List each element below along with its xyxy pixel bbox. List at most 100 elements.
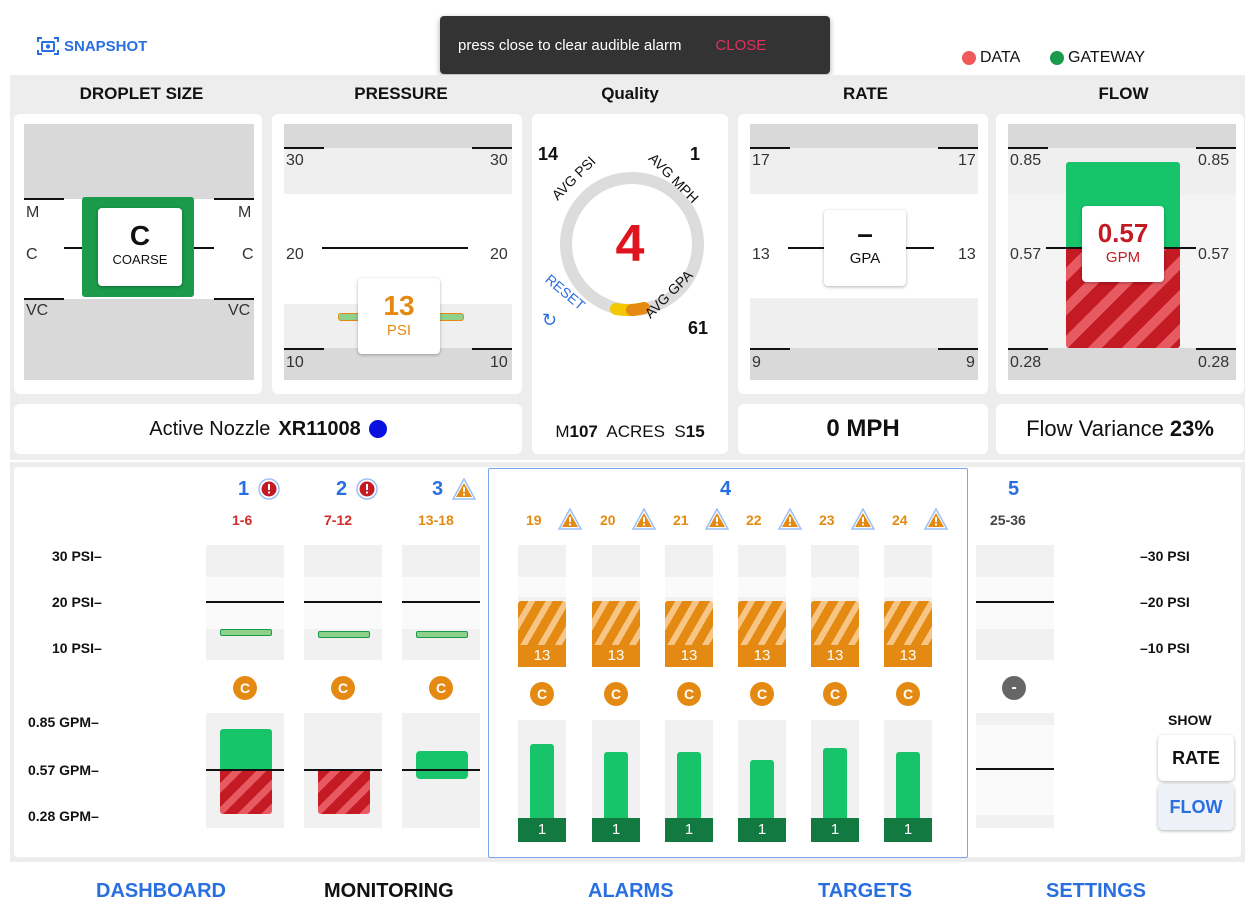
speed-value: 0 MPH xyxy=(826,415,900,442)
flow-variance-value: 23% xyxy=(1169,416,1214,441)
droplet-label-m-right: M xyxy=(238,204,252,221)
nav-monitoring[interactable]: MONITORING xyxy=(324,880,454,903)
nozzle-flow-column[interactable]: 1 xyxy=(665,720,713,842)
section-5-droplet-badge: - xyxy=(1002,676,1026,700)
section-5-number[interactable]: 5 xyxy=(1008,478,1019,501)
s-value: 15 xyxy=(685,422,705,441)
section-3-number[interactable]: 3 xyxy=(432,478,443,501)
nozzle-flow-column[interactable]: 1 xyxy=(738,720,786,842)
section-5-range: 25-36 xyxy=(990,512,1026,528)
section-3-droplet-badge: C xyxy=(429,676,453,700)
section-2-number[interactable]: 2 xyxy=(336,478,347,501)
pressure-bottom-right: 10 xyxy=(490,354,508,371)
pressure-mid-right: 20 xyxy=(490,246,508,263)
toast-message: press close to clear audible alarm xyxy=(458,36,682,54)
nozzle-flow-bar xyxy=(823,748,847,820)
nozzle-pressure-column[interactable]: 13 xyxy=(665,545,713,667)
rate-top-right: 17 xyxy=(958,152,976,169)
nav-dashboard[interactable]: DASHBOARD xyxy=(96,880,226,903)
section-5-pressure-column xyxy=(976,545,1054,660)
gateway-status: GATEWAY xyxy=(1050,49,1145,67)
flow-mid-right: 0.57 xyxy=(1198,246,1230,263)
nozzle-flow-column[interactable]: 1 xyxy=(884,720,932,842)
nozzle-pressure-value: 13 xyxy=(884,645,932,667)
section-2-range: 7-12 xyxy=(324,512,353,528)
nozzle-flow-column[interactable]: 1 xyxy=(518,720,566,842)
active-nozzle-label: Active Nozzle xyxy=(149,417,271,440)
nozzle-pressure-value: 13 xyxy=(665,645,713,667)
speed-card: 0 MPH xyxy=(738,404,988,454)
gateway-status-label: GATEWAY xyxy=(1068,49,1146,66)
active-nozzle-card[interactable]: Active Nozzle XR11008 xyxy=(14,404,522,454)
flow-card: 0.85 0.85 0.57 0.57 0.28 0.28 0.57 GPM xyxy=(996,114,1244,394)
nozzle-count: 1 xyxy=(518,818,566,842)
droplet-title: DROPLET SIZE xyxy=(79,84,204,103)
nozzle-flow-bar xyxy=(896,752,920,820)
camera-icon xyxy=(37,37,59,55)
psi-axis-right-10: –10 PSI xyxy=(1140,640,1190,656)
data-status: DATA xyxy=(962,49,1020,67)
avg-gpa-value: 61 xyxy=(688,318,709,338)
quality-title: Quality xyxy=(601,84,659,103)
section-1-number[interactable]: 1 xyxy=(238,478,249,501)
section-2-pressure-column xyxy=(304,545,382,660)
flow-value: 0.57 xyxy=(1097,218,1149,248)
gpm-axis-028: 0.28 GPM– xyxy=(28,808,99,824)
psi-axis-right-20: –20 PSI xyxy=(1140,594,1190,610)
error-icon xyxy=(356,478,378,500)
nozzle-number: 22 xyxy=(746,512,762,528)
rate-mid-left: 13 xyxy=(752,246,770,263)
pressure-unit: PSI xyxy=(386,322,412,339)
section-4-number[interactable]: 4 xyxy=(720,478,731,501)
nozzle-droplet-badge: C xyxy=(750,682,774,706)
nozzle-pressure-value: 13 xyxy=(592,645,640,667)
show-label: SHOW xyxy=(1168,712,1212,728)
nozzle-droplet-badge: C xyxy=(896,682,920,706)
nozzle-pressure-column[interactable]: 13 xyxy=(884,545,932,667)
nozzle-flow-bar xyxy=(604,752,628,820)
nozzle-count: 1 xyxy=(811,818,859,842)
acreage-readout: M107 ACRES S15 xyxy=(532,422,728,442)
nav-targets[interactable]: TARGETS xyxy=(818,880,912,903)
nozzle-color-dot xyxy=(368,420,387,438)
droplet-label-vc-right: VC xyxy=(228,302,251,319)
warning-icon xyxy=(452,478,476,500)
nozzle-flow-column[interactable]: 1 xyxy=(811,720,859,842)
pressure-card: 30 30 20 20 10 10 13 PSI xyxy=(272,114,522,394)
m-value: 107 xyxy=(569,422,598,441)
nozzle-number: 23 xyxy=(819,512,835,528)
nozzle-pressure-column[interactable]: 13 xyxy=(518,545,566,667)
nozzle-pressure-column[interactable]: 13 xyxy=(811,545,859,667)
rate-value: – xyxy=(857,218,873,249)
nozzle-pressure-column[interactable]: 13 xyxy=(738,545,786,667)
nozzle-pressure-value: 13 xyxy=(518,645,566,667)
nav-alarms[interactable]: ALARMS xyxy=(588,880,674,903)
rate-card: 17 17 13 13 9 9 – GPA xyxy=(738,114,988,394)
quality-card: 14 AVG PSI 1 AVG MPH 4 RESET ↻ AVG GPA 6… xyxy=(532,114,728,454)
nozzle-count: 1 xyxy=(738,818,786,842)
psi-axis-right-30: –30 PSI xyxy=(1140,548,1190,564)
nav-settings[interactable]: SETTINGS xyxy=(1046,880,1146,903)
section-1-pressure-column xyxy=(206,545,284,660)
nozzle-flow-bar xyxy=(677,752,701,820)
nozzle-pressure-column[interactable]: 13 xyxy=(592,545,640,667)
show-rate-button[interactable]: RATE xyxy=(1158,735,1234,781)
error-icon xyxy=(258,478,280,500)
rate-unit: GPA xyxy=(849,250,881,267)
nozzle-flow-bar xyxy=(750,760,774,820)
snapshot-button[interactable]: SNAPSHOT xyxy=(36,36,147,56)
gpm-axis-057: 0.57 GPM– xyxy=(28,762,99,778)
reset-icon[interactable]: ↻ xyxy=(542,310,557,331)
warning-icon xyxy=(778,508,802,530)
nozzle-flow-bar xyxy=(530,744,554,820)
pressure-bottom-left: 10 xyxy=(286,354,304,371)
m-label: M xyxy=(555,422,570,441)
show-flow-button[interactable]: FLOW xyxy=(1158,784,1234,830)
warning-icon xyxy=(851,508,875,530)
flow-top-right: 0.85 xyxy=(1198,152,1230,169)
toast-close-button[interactable]: CLOSE xyxy=(715,37,766,54)
pressure-top-right: 30 xyxy=(490,152,508,169)
nozzle-count: 1 xyxy=(592,818,640,842)
nozzle-flow-column[interactable]: 1 xyxy=(592,720,640,842)
rate-top-left: 17 xyxy=(752,152,770,169)
